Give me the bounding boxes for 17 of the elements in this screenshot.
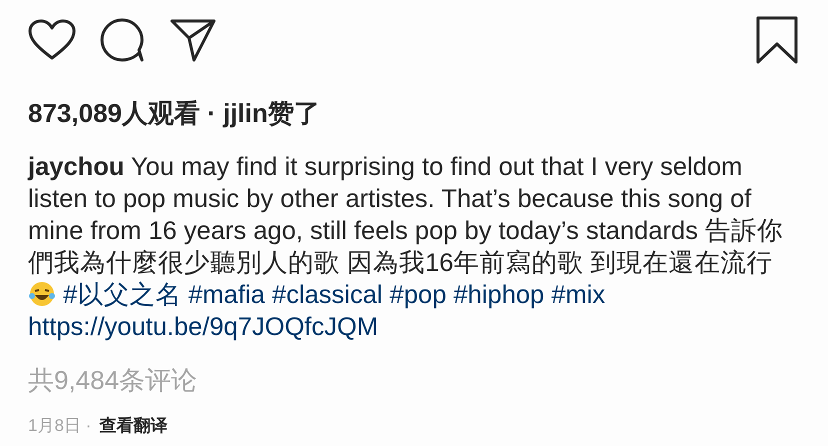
views-and-likes: 873,089人观看 · jjlin赞了	[28, 97, 321, 130]
username-link[interactable]: jaychou	[28, 153, 124, 181]
hashtag-link[interactable]: #mix	[551, 281, 606, 309]
hashtag-link[interactable]: #以父之名	[63, 281, 182, 309]
hashtag-link[interactable]: #classical	[272, 281, 383, 309]
caption-text: jaychou You may find it surprising to find out that I very seldom listen to pop music by other artistes. That’s because this song of mine from 16 years ago, still feels pop by today’s standards 告訴你們我為什麼很少聽別人的歌 因為我16年前寫的歌 到現在還在流行 #以父之名 #mafia #classical #pop #hiphop #mix https://youtu.be/9q7JOQfcJQM	[28, 152, 784, 343]
post-date: 1月8日 ·	[28, 415, 92, 437]
heart-icon[interactable]	[28, 19, 76, 61]
translate-link[interactable]: 查看翻译	[99, 414, 168, 437]
hashtag-link[interactable]: #hiphop	[453, 281, 544, 309]
hashtag-link[interactable]: #pop	[390, 281, 446, 309]
hashtag-link[interactable]: #mafia	[188, 281, 265, 309]
laughing-emoji-icon	[28, 281, 56, 307]
comment-icon[interactable]	[100, 18, 146, 62]
url-link[interactable]: https://youtu.be/9q7JOQfcJQM	[28, 313, 378, 341]
paper-plane-icon[interactable]	[170, 18, 216, 62]
bookmark-icon[interactable]	[756, 16, 798, 64]
